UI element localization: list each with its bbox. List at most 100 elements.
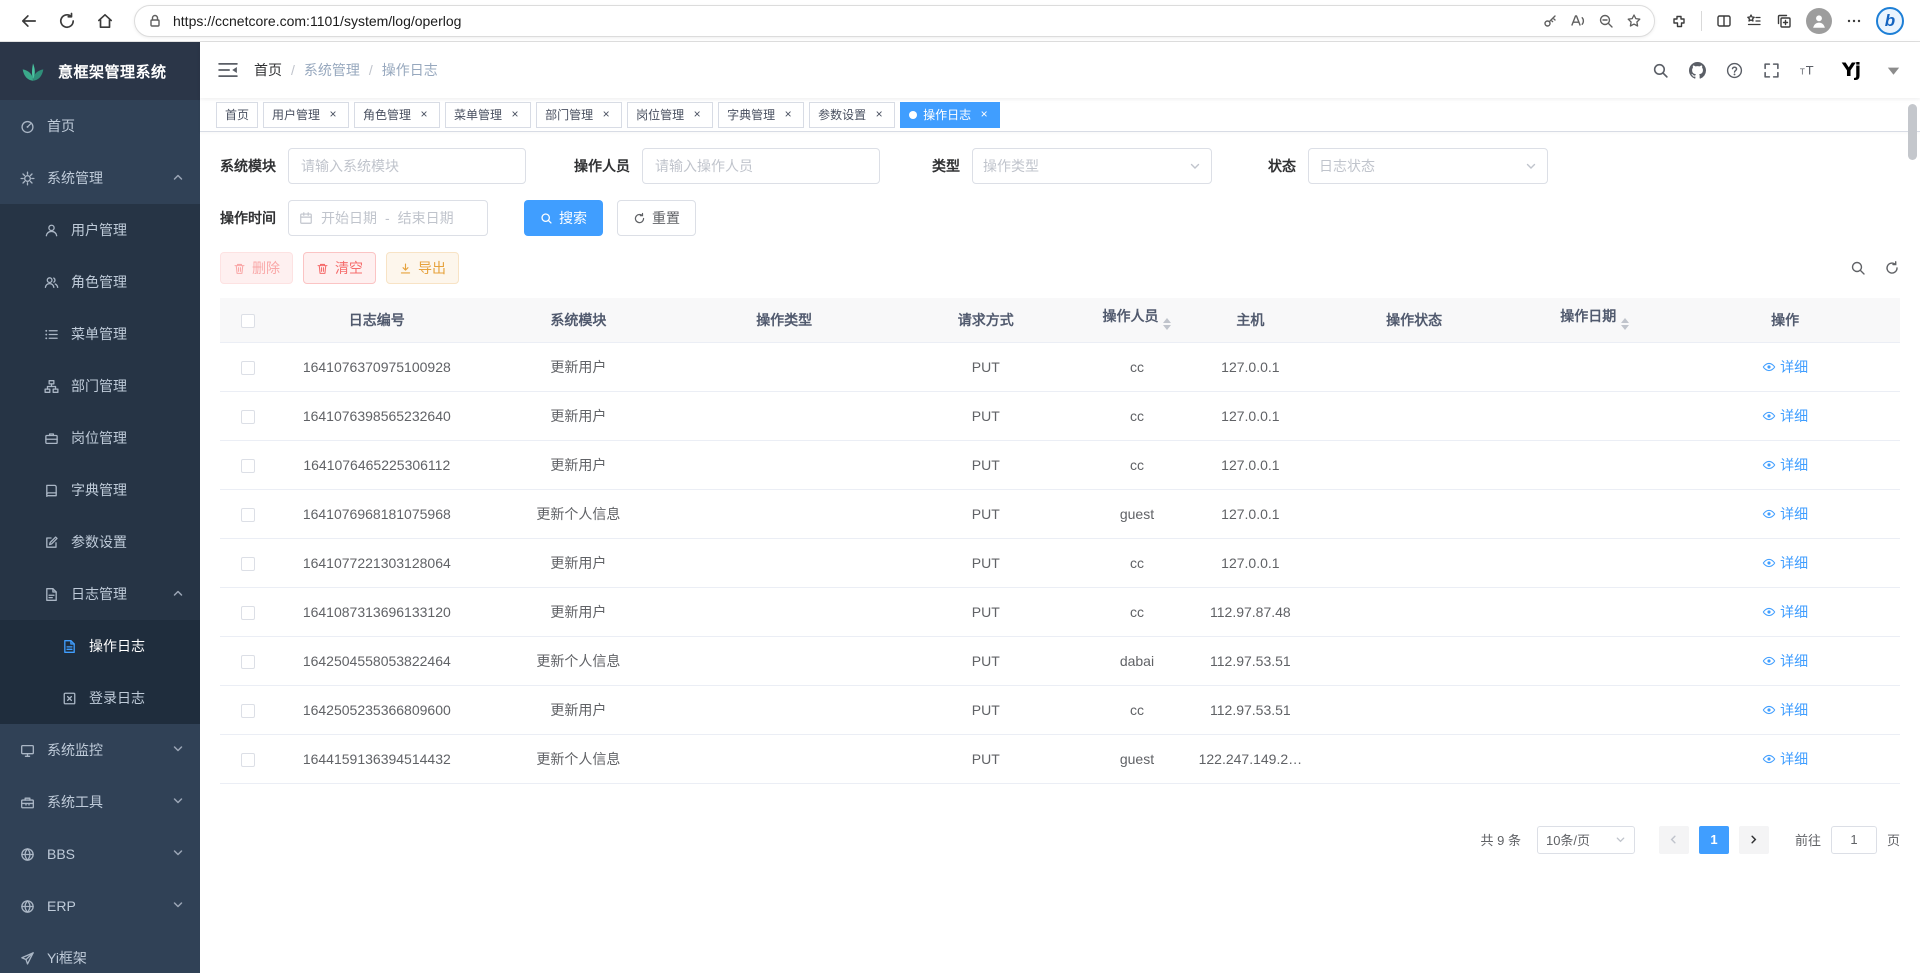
sidebar-item-dict-mgmt[interactable]: 字典管理 (0, 464, 200, 516)
tab-oper-log[interactable]: 操作日志× (900, 102, 1000, 128)
page-number-button[interactable]: 1 (1699, 826, 1729, 854)
row-checkbox[interactable] (241, 557, 255, 571)
breadcrumb-item[interactable]: 首页 (254, 60, 282, 80)
profile-avatar[interactable] (1806, 8, 1832, 34)
close-icon[interactable]: × (977, 108, 991, 122)
prev-page-button[interactable] (1659, 826, 1689, 854)
row-checkbox[interactable] (241, 704, 255, 718)
password-key-icon[interactable] (1542, 13, 1558, 29)
close-icon[interactable]: × (417, 108, 431, 122)
github-icon[interactable] (1689, 62, 1706, 79)
close-icon[interactable]: × (781, 108, 795, 122)
tab-post-mgmt[interactable]: 岗位管理× (627, 102, 713, 128)
close-icon[interactable]: × (599, 108, 613, 122)
home-icon[interactable] (88, 4, 122, 38)
caret-down-icon[interactable] (1885, 62, 1902, 79)
sidebar-item-param-settings[interactable]: 参数设置 (0, 516, 200, 568)
row-checkbox[interactable] (241, 410, 255, 424)
help-icon[interactable] (1726, 62, 1743, 79)
goto-page-input[interactable] (1831, 826, 1877, 854)
row-checkbox[interactable] (241, 655, 255, 669)
close-icon[interactable]: × (872, 108, 886, 122)
status-select[interactable]: 日志状态 (1308, 148, 1548, 184)
sidebar-item-home[interactable]: 首页 (0, 100, 200, 152)
reset-button[interactable]: 重置 (617, 200, 696, 236)
read-aloud-icon[interactable] (1570, 13, 1586, 29)
row-checkbox[interactable] (241, 459, 255, 473)
search-toggle-icon[interactable] (1850, 260, 1866, 276)
add-favorite-icon[interactable] (1626, 13, 1642, 29)
delete-button[interactable]: 删除 (220, 252, 293, 284)
sidebar-item-erp[interactable]: ERP (0, 880, 200, 932)
zoom-out-icon[interactable] (1598, 13, 1614, 29)
detail-link[interactable]: 详细 (1762, 651, 1808, 671)
detail-link[interactable]: 详细 (1762, 406, 1808, 426)
tab-param-settings[interactable]: 参数设置× (809, 102, 895, 128)
sidebar-item-role-mgmt[interactable]: 角色管理 (0, 256, 200, 308)
detail-link[interactable]: 详细 (1762, 700, 1808, 720)
module-input[interactable] (288, 148, 526, 184)
collections-icon[interactable] (1776, 13, 1792, 29)
next-page-button[interactable] (1739, 826, 1769, 854)
fullscreen-icon[interactable] (1763, 62, 1780, 79)
favorites-bar-icon[interactable] (1746, 13, 1762, 29)
user-avatar[interactable]: Yj (1837, 56, 1865, 84)
sidebar-item-post-mgmt[interactable]: 岗位管理 (0, 412, 200, 464)
operator-input[interactable] (642, 148, 880, 184)
row-checkbox[interactable] (241, 753, 255, 767)
date-range-picker[interactable]: 开始日期 - 结束日期 (288, 200, 488, 236)
export-button[interactable]: 导出 (386, 252, 459, 284)
url-bar[interactable]: https://ccnetcore.com:1101/system/log/op… (134, 5, 1655, 37)
column-header-operator[interactable]: 操作人员 (1082, 298, 1191, 342)
bing-chat-icon[interactable]: b (1876, 7, 1904, 35)
detail-link[interactable]: 详细 (1762, 455, 1808, 475)
tab-menu-mgmt[interactable]: 菜单管理× (445, 102, 531, 128)
sidebar-item-bbs[interactable]: BBS (0, 828, 200, 880)
sidebar-item-system-mgmt[interactable]: 系统管理 (0, 152, 200, 204)
extensions-icon[interactable] (1671, 13, 1687, 29)
detail-link[interactable]: 详细 (1762, 602, 1808, 622)
refresh-icon[interactable] (50, 4, 84, 38)
sidebar-item-yi-framework[interactable]: Yi框架 (0, 932, 200, 973)
font-size-icon[interactable]: TT (1800, 62, 1817, 79)
row-checkbox[interactable] (241, 606, 255, 620)
sidebar-item-system-monitor[interactable]: 系统监控 (0, 724, 200, 776)
sort-carets-icon[interactable] (1621, 314, 1629, 334)
sidebar-toggle-icon[interactable] (218, 60, 238, 80)
close-icon[interactable]: × (508, 108, 522, 122)
tab-dict-mgmt[interactable]: 字典管理× (718, 102, 804, 128)
detail-link[interactable]: 详细 (1762, 553, 1808, 573)
close-icon[interactable]: × (326, 108, 340, 122)
clear-button[interactable]: 清空 (303, 252, 376, 284)
close-icon[interactable]: × (690, 108, 704, 122)
page-size-select[interactable]: 10条/页 (1537, 826, 1635, 854)
column-header-oper-date[interactable]: 操作日期 (1519, 298, 1670, 342)
tab-home[interactable]: 首页 (216, 102, 258, 128)
back-icon[interactable] (12, 4, 46, 38)
detail-link[interactable]: 详细 (1762, 749, 1808, 769)
sidebar-item-system-tools[interactable]: 系统工具 (0, 776, 200, 828)
row-checkbox[interactable] (241, 361, 255, 375)
sort-carets-icon[interactable] (1163, 314, 1171, 334)
search-icon[interactable] (1652, 62, 1669, 79)
select-all-checkbox[interactable] (241, 314, 255, 328)
sidebar-item-oper-log[interactable]: 操作日志 (0, 620, 200, 672)
sidebar-item-menu-mgmt[interactable]: 菜单管理 (0, 308, 200, 360)
sidebar-item-user-mgmt[interactable]: 用户管理 (0, 204, 200, 256)
tab-user-mgmt[interactable]: 用户管理× (263, 102, 349, 128)
refresh-table-icon[interactable] (1884, 260, 1900, 276)
type-select[interactable]: 操作类型 (972, 148, 1212, 184)
sidebar-item-log-mgmt[interactable]: 日志管理 (0, 568, 200, 620)
search-button[interactable]: 搜索 (524, 200, 603, 236)
tab-role-mgmt[interactable]: 角色管理× (354, 102, 440, 128)
split-screen-icon[interactable] (1716, 13, 1732, 29)
detail-link[interactable]: 详细 (1762, 504, 1808, 524)
scrollbar-thumb[interactable] (1908, 104, 1917, 160)
more-icon[interactable] (1846, 13, 1862, 29)
sidebar-item-dept-mgmt[interactable]: 部门管理 (0, 360, 200, 412)
detail-link[interactable]: 详细 (1762, 357, 1808, 377)
tab-dept-mgmt[interactable]: 部门管理× (536, 102, 622, 128)
sidebar-item-login-log[interactable]: 登录日志 (0, 672, 200, 724)
app-logo[interactable]: 意框架管理系统 (0, 42, 200, 100)
row-checkbox[interactable] (241, 508, 255, 522)
